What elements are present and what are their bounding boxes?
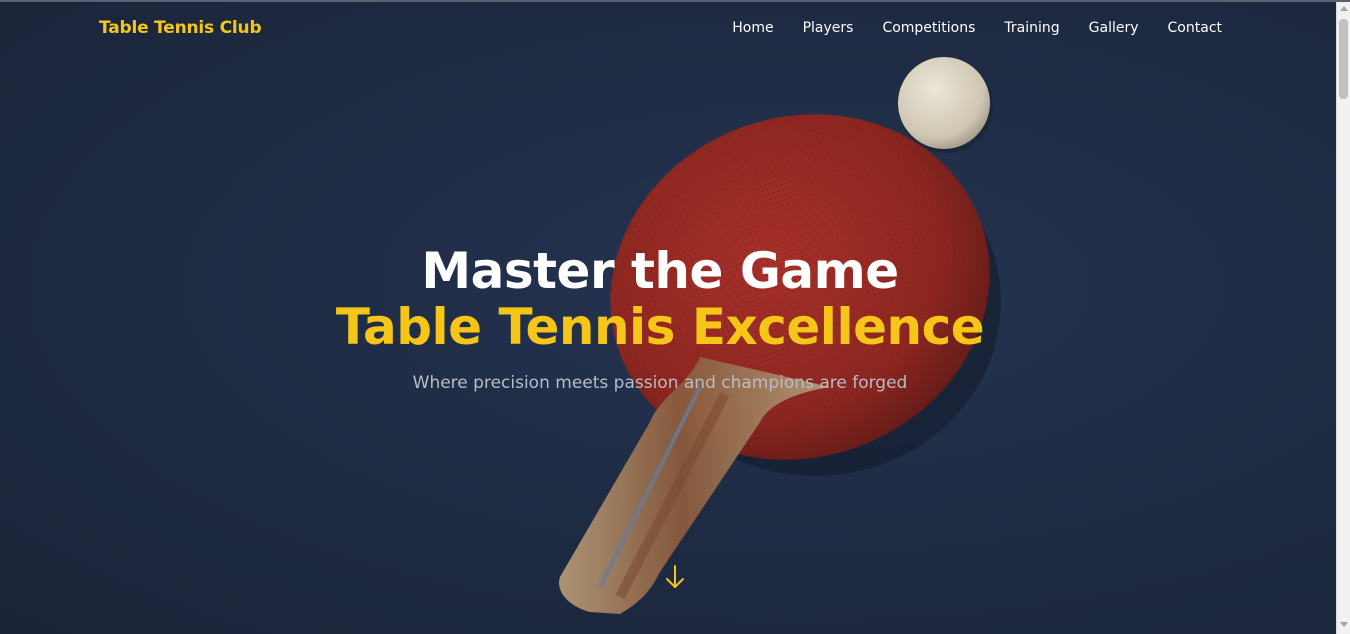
scroll-up-arrow-icon[interactable]: [1340, 6, 1348, 11]
site-logo[interactable]: Table Tennis Club: [99, 18, 262, 38]
nav-item-players[interactable]: Players: [803, 20, 854, 36]
nav-item-competitions[interactable]: Competitions: [882, 20, 975, 36]
nav-menu: Home Players Competitions Training Galle…: [703, 20, 1222, 36]
main-navigation: Table Tennis Club Home Players Competiti…: [0, 2, 1336, 58]
arrow-down-icon[interactable]: [664, 564, 686, 590]
hero-title-line2: Table Tennis Excellence: [335, 298, 985, 356]
scroll-down-arrow-icon[interactable]: [1340, 622, 1348, 627]
hero-title-line1: Master the Game: [421, 242, 899, 300]
nav-item-training[interactable]: Training: [1004, 20, 1059, 36]
hero-tagline: Where precision meets passion and champi…: [412, 373, 908, 393]
nav-item-gallery[interactable]: Gallery: [1089, 20, 1139, 36]
nav-item-contact[interactable]: Contact: [1168, 20, 1222, 36]
hero-title: Master the Game Table Tennis Excellence: [0, 242, 1320, 354]
nav-item-home[interactable]: Home: [732, 20, 773, 36]
page-scrollbar[interactable]: [1336, 2, 1350, 634]
hero-section: Table Tennis Club Home Players Competiti…: [0, 2, 1336, 634]
scrollbar-thumb[interactable]: [1339, 19, 1348, 99]
